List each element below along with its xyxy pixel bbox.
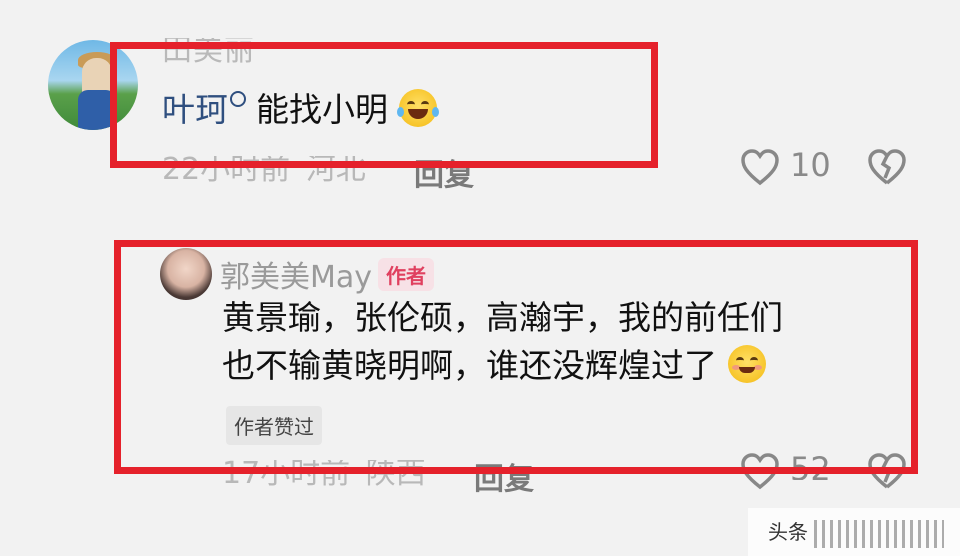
watermark: 头条: [748, 508, 960, 556]
watermark-text: 头条: [768, 520, 808, 544]
like-count: 10: [790, 146, 831, 184]
like-heart-icon[interactable]: [740, 148, 780, 186]
highlight-box: [114, 240, 918, 474]
highlight-box: [110, 42, 658, 168]
dislike-broken-heart-icon[interactable]: [866, 148, 908, 186]
watermark-pattern: [814, 519, 944, 548]
